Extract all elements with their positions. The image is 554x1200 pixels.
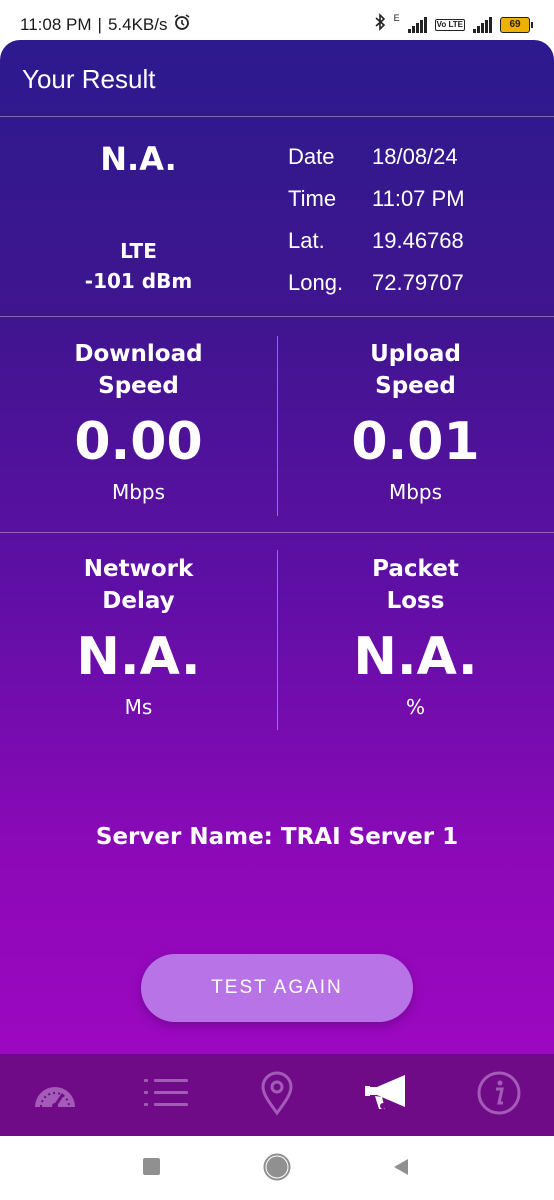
location-pin-icon <box>259 1070 295 1120</box>
nav-item-history[interactable] <box>111 1054 221 1136</box>
alarm-icon <box>173 13 191 36</box>
loss-value: N.A. <box>353 627 478 687</box>
date-label: Date <box>288 144 335 169</box>
loss-label-line2: Loss <box>386 588 445 614</box>
divider <box>0 532 554 533</box>
nav-item-map[interactable] <box>222 1054 332 1136</box>
download-unit: Mbps <box>111 480 166 504</box>
status-bar-right: E Vo LTE 69 <box>374 13 533 36</box>
info-row-longitude: Long. 72.79707 <box>288 262 465 304</box>
test-info-table: Date 18/08/24 Time 11:07 PM Lat. 19.4676… <box>288 136 465 304</box>
upload-value: 0.01 <box>351 412 480 472</box>
latitude-label: Lat. <box>288 228 325 253</box>
volte-icon: Vo LTE <box>434 18 465 31</box>
delay-label-line1: Network <box>83 556 194 582</box>
signal-strength-icon <box>407 16 427 33</box>
server-name: Server Name: TRAI Server 1 <box>95 824 459 850</box>
loss-label-line1: Packet <box>372 556 459 582</box>
upload-label-line2: Speed <box>375 373 456 399</box>
divider <box>0 116 554 117</box>
app-screen: Your Result N.A. LTE -101 dBm Date 18/08… <box>0 40 554 1136</box>
signal-strength: -101 dBm <box>84 269 193 293</box>
info-icon <box>476 1070 522 1120</box>
download-label-line2: Speed <box>98 373 179 399</box>
upload-label-line1: Upload <box>370 341 461 367</box>
nav-item-speedtest[interactable] <box>0 1054 110 1136</box>
home-circle-icon[interactable] <box>263 1153 291 1185</box>
delay-unit: Ms <box>124 695 153 719</box>
packet-loss-metric: Packet Loss N.A. % <box>277 553 554 723</box>
info-row-time: Time 11:07 PM <box>288 178 465 220</box>
time-label: Time <box>288 186 337 211</box>
system-navigation-bar <box>0 1136 554 1200</box>
upload-unit: Mbps <box>388 480 443 504</box>
bluetooth-icon <box>374 13 386 36</box>
upload-speed-metric: Upload Speed 0.01 Mbps <box>277 338 554 508</box>
longitude-value: 72.79707 <box>372 270 464 295</box>
loss-unit: % <box>405 695 425 719</box>
download-label-line1: Download <box>74 341 203 367</box>
recents-square-icon[interactable] <box>143 1158 161 1180</box>
test-again-button[interactable]: TEST AGAIN <box>141 954 413 1022</box>
date-value: 18/08/24 <box>372 144 458 169</box>
network-delay-metric: Network Delay N.A. Ms <box>0 553 277 723</box>
download-speed-metric: Download Speed 0.00 Mbps <box>0 338 277 508</box>
battery-icon: 69 <box>500 16 533 33</box>
page-title: Your Result <box>22 64 156 94</box>
network-info: LTE -101 dBm <box>0 236 277 296</box>
status-divider: | <box>97 14 102 34</box>
info-row-date: Date 18/08/24 <box>288 136 465 178</box>
latitude-value: 19.46768 <box>372 228 464 253</box>
status-network-speed: 5.4KB/s <box>107 14 168 34</box>
megaphone-icon <box>363 1073 413 1117</box>
network-type-label: E <box>393 13 400 23</box>
list-icon <box>142 1075 190 1115</box>
delay-label-line2: Delay <box>102 588 175 614</box>
nav-item-about[interactable] <box>444 1054 554 1136</box>
operator-name: N.A. <box>100 140 177 178</box>
speedometer-icon <box>31 1075 79 1115</box>
longitude-label: Long. <box>288 270 344 295</box>
bottom-navigation <box>0 1054 554 1136</box>
nav-item-results[interactable] <box>333 1054 443 1136</box>
time-value: 11:07 PM <box>372 186 465 211</box>
signal-strength-icon-2 <box>473 16 492 33</box>
status-time: 11:08 PM <box>20 14 92 34</box>
network-technology: LTE <box>120 239 157 263</box>
back-triangle-icon[interactable] <box>392 1157 410 1181</box>
download-value: 0.00 <box>74 412 203 472</box>
delay-value: N.A. <box>76 627 201 687</box>
info-row-latitude: Lat. 19.46768 <box>288 220 465 262</box>
status-bar-left: 11:08 PM | 5.4KB/s <box>20 13 191 36</box>
divider <box>0 316 554 317</box>
